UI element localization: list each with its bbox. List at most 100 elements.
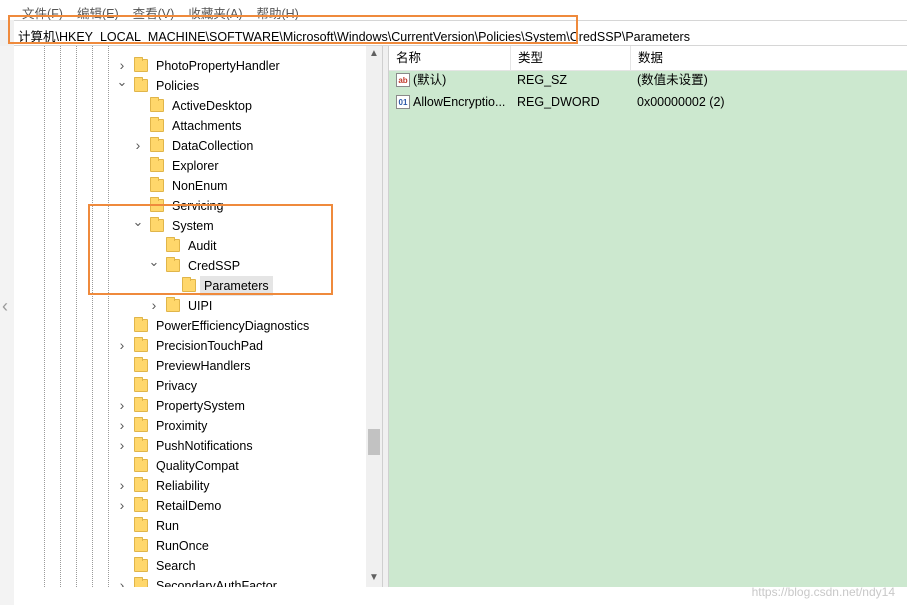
folder-icon — [134, 537, 148, 552]
tree-item-label: PrecisionTouchPad — [156, 339, 264, 353]
chevron-down-icon[interactable]: ⌄ — [116, 72, 128, 92]
menu-item[interactable]: 帮助(H) — [256, 3, 298, 20]
folder-icon — [134, 437, 148, 452]
column-header-name[interactable]: 名称 — [389, 46, 511, 70]
registry-tree[interactable]: › PhotoPropertyHandler ⌄ Policies ActiveDesk… — [14, 46, 383, 587]
tree-item-label: UIPI — [188, 299, 213, 313]
chevron-right-icon[interactable]: › — [116, 495, 128, 515]
folder-icon — [134, 497, 148, 512]
folder-icon — [134, 557, 148, 572]
tree-item-label: PowerEfficiencyDiagnostics — [156, 319, 310, 333]
folder-icon — [134, 57, 148, 72]
chevron-right-icon[interactable]: › — [116, 475, 128, 495]
folder-icon — [150, 197, 164, 212]
tree-item-label: Explorer — [172, 159, 219, 173]
tree-item-label: NonEnum — [172, 179, 228, 193]
tree-guide-line — [108, 46, 109, 587]
tree-item-label: PhotoPropertyHandler — [156, 59, 280, 73]
value-type: REG_DWORD — [517, 95, 600, 109]
folder-icon — [134, 477, 148, 492]
menu-item[interactable]: 收藏夹(A) — [188, 3, 242, 20]
tree-item-label: PreviewHandlers — [156, 359, 251, 373]
tree-item-label: Parameters — [200, 276, 273, 296]
folder-icon — [166, 237, 180, 252]
value-row[interactable]: 01 AllowEncryptio... REG_DWORD 0x0000000… — [389, 92, 907, 113]
folder-icon — [134, 377, 148, 392]
menu-items: 文件(F) 编辑(E) 查看(V) 收藏夹(A) 帮助(H) — [22, 3, 299, 20]
address-bar[interactable]: 计算机\HKEY_LOCAL_MACHINE\SOFTWARE\Microsof… — [14, 20, 907, 46]
folder-icon — [166, 257, 180, 272]
tree-item-label: CredSSP — [188, 259, 241, 273]
chevron-right-icon[interactable]: › — [116, 415, 128, 435]
tree-item-label: Audit — [188, 239, 217, 253]
tree-item-label: Attachments — [172, 119, 242, 133]
scroll-down-icon[interactable]: ▼ — [366, 572, 382, 583]
folder-icon — [182, 277, 196, 292]
folder-icon — [134, 457, 148, 472]
tree-item-label: QualityCompat — [156, 459, 239, 473]
chevron-right-icon[interactable]: › — [116, 435, 128, 455]
tree-item-label: PushNotifications — [156, 439, 253, 453]
folder-icon — [134, 417, 148, 432]
tree-item-label: Servicing — [172, 199, 224, 213]
scroll-thumb[interactable] — [368, 429, 380, 455]
folder-icon — [134, 337, 148, 352]
chevron-right-icon[interactable]: › — [116, 335, 128, 355]
folder-icon — [134, 317, 148, 332]
menu-item[interactable]: 查看(V) — [133, 3, 175, 20]
tree-guide-line — [60, 46, 61, 587]
folder-icon — [150, 137, 164, 152]
chevron-left-icon: ‹ — [2, 296, 8, 316]
string-value-icon: ab — [396, 73, 410, 87]
value-name: (默认) — [413, 73, 447, 87]
tree-item-label: Proximity — [156, 419, 208, 433]
tree-item-label: RunOnce — [156, 539, 209, 553]
column-header-data[interactable]: 数据 — [631, 46, 907, 70]
folder-icon — [150, 157, 164, 172]
tree-scrollbar[interactable]: ▲ ▼ — [366, 46, 382, 587]
tree-item-label: Search — [156, 559, 196, 573]
value-data: (数值未设置) — [637, 73, 708, 87]
scroll-up-icon[interactable]: ▲ — [366, 48, 382, 59]
value-type: REG_SZ — [517, 73, 568, 87]
column-header-type[interactable]: 类型 — [511, 46, 631, 70]
address-path[interactable]: 计算机\HKEY_LOCAL_MACHINE\SOFTWARE\Microsof… — [18, 26, 690, 45]
tree-item-label: SecondaryAuthFactor — [156, 579, 277, 587]
folder-icon — [166, 297, 180, 312]
tree-guide-line — [92, 46, 93, 587]
tree-item-label: Run — [156, 519, 179, 533]
tree-guide-line — [76, 46, 77, 587]
folder-icon — [134, 577, 148, 587]
folder-icon — [134, 517, 148, 532]
chevron-right-icon[interactable]: › — [148, 295, 160, 315]
tree-item-label: Policies — [156, 79, 200, 93]
tree-item-label: Reliability — [156, 479, 210, 493]
folder-icon — [150, 217, 164, 232]
value-name: AllowEncryptio... — [413, 95, 506, 109]
folder-icon — [134, 357, 148, 372]
folder-icon — [134, 397, 148, 412]
menu-bar: 文件(F) 编辑(E) 查看(V) 收藏夹(A) 帮助(H) — [0, 0, 907, 20]
tree-item-label: ActiveDesktop — [172, 99, 252, 113]
chevron-right-icon[interactable]: › — [116, 575, 128, 587]
chevron-right-icon[interactable]: › — [132, 135, 144, 155]
tree-guide-line — [44, 46, 45, 587]
menu-item[interactable]: 编辑(E) — [77, 3, 119, 20]
folder-icon — [134, 77, 148, 92]
menu-item[interactable]: 文件(F) — [22, 3, 63, 20]
tree-item-label: System — [172, 219, 214, 233]
value-row[interactable]: ab (默认) REG_SZ (数值未设置) — [389, 70, 907, 91]
chevron-right-icon[interactable]: › — [116, 395, 128, 415]
watermark: https://blog.csdn.net/ndy14 — [751, 585, 895, 599]
chevron-down-icon[interactable]: ⌄ — [148, 252, 160, 272]
left-gutter: ‹ — [0, 46, 14, 605]
tree-item-label: RetailDemo — [156, 499, 222, 513]
tree-item-label: DataCollection — [172, 139, 254, 153]
value-data: 0x00000002 (2) — [637, 95, 725, 109]
chevron-down-icon[interactable]: ⌄ — [132, 212, 144, 232]
tree-item-label: Privacy — [156, 379, 197, 393]
values-pane[interactable]: 名称 类型 数据 ab (默认) REG_SZ (数值未设置) 01 Allow… — [388, 46, 907, 587]
values-header: 名称 类型 数据 — [389, 46, 907, 71]
dword-value-icon: 01 — [396, 95, 410, 109]
tree-item-label: PropertySystem — [156, 399, 245, 413]
